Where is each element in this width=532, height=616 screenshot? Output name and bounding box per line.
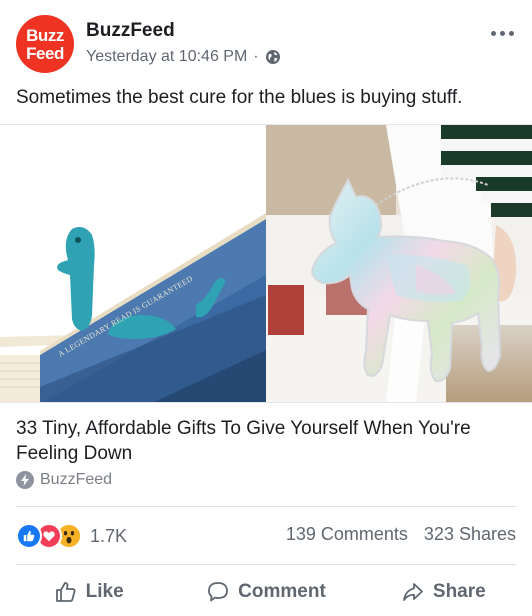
page-name-link[interactable]: BuzzFeed bbox=[86, 20, 175, 42]
facebook-post: Buzz Feed BuzzFeed Yesterday at 10:46 PM… bbox=[0, 0, 532, 616]
link-source[interactable]: BuzzFeed bbox=[16, 471, 112, 489]
comment-button[interactable]: Comment bbox=[177, 570, 354, 614]
share-label: Share bbox=[432, 581, 486, 602]
instant-article-bolt-icon bbox=[16, 471, 34, 489]
link-title[interactable]: 33 Tiny, Affordable Gifts To Give Yourse… bbox=[16, 416, 521, 466]
like-button[interactable]: Like bbox=[0, 570, 177, 614]
like-label: Like bbox=[85, 581, 124, 602]
sea-monster-bookmark-image: A LEGENDARY READ IS GUARANTEED bbox=[0, 125, 266, 402]
post-header: Buzz Feed BuzzFeed Yesterday at 10:46 PM… bbox=[0, 0, 532, 80]
avatar-logo-line-2: Feed bbox=[26, 44, 64, 63]
comment-bubble-icon bbox=[208, 582, 229, 602]
reactions-summary[interactable]: 1.7K bbox=[16, 522, 127, 550]
thumbs-up-icon bbox=[55, 582, 76, 602]
unicorn-bag-image bbox=[266, 125, 532, 402]
page-avatar[interactable]: Buzz Feed bbox=[16, 15, 74, 73]
reaction-count: 1.7K bbox=[90, 525, 128, 546]
meta-separator: · bbox=[253, 48, 259, 65]
like-reaction-icon bbox=[16, 523, 42, 549]
divider bbox=[16, 564, 516, 565]
share-button[interactable]: Share bbox=[355, 570, 532, 614]
avatar-logo-line-1: Buzz bbox=[26, 26, 64, 45]
post-timestamp[interactable]: Yesterday at 10:46 PM bbox=[86, 48, 247, 66]
divider bbox=[16, 506, 516, 507]
post-meta: Yesterday at 10:46 PM · bbox=[86, 48, 281, 66]
globe-icon[interactable] bbox=[265, 49, 281, 65]
link-preview-image[interactable]: A LEGENDARY READ IS GUARANTEED bbox=[0, 124, 532, 403]
comments-count-link[interactable]: 139 Comments bbox=[286, 524, 408, 545]
link-source-name: BuzzFeed bbox=[40, 471, 113, 488]
more-options-icon[interactable] bbox=[488, 28, 516, 38]
post-actions-bar: Like Comment Share bbox=[0, 570, 532, 614]
comment-label: Comment bbox=[238, 581, 326, 602]
share-arrow-icon bbox=[403, 583, 423, 601]
post-text: Sometimes the best cure for the blues is… bbox=[16, 87, 463, 108]
shares-count-link[interactable]: 323 Shares bbox=[424, 524, 516, 545]
engagement-counts: 139 Comments 323 Shares bbox=[286, 524, 516, 545]
